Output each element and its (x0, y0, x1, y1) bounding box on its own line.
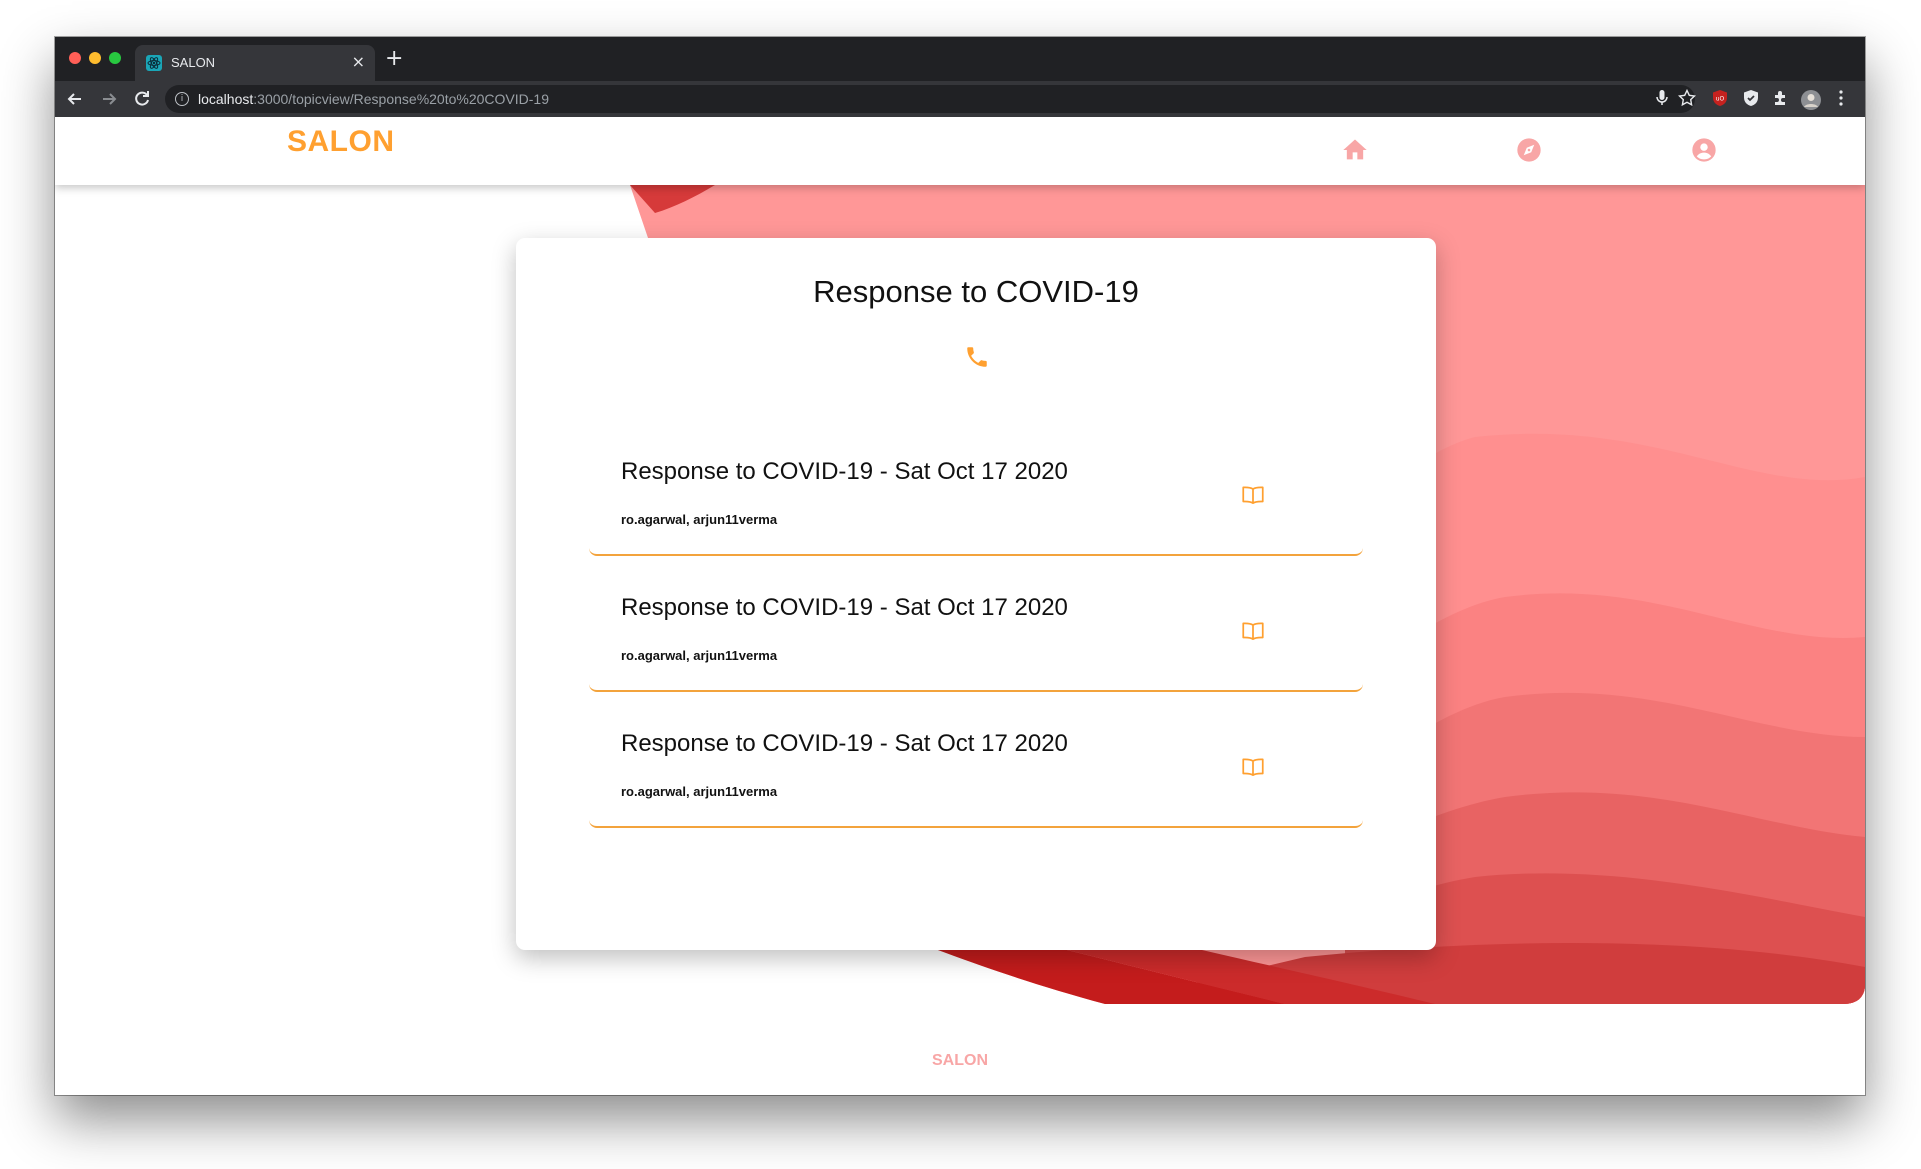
entry-item[interactable]: Response to COVID-19 - Sat Oct 17 2020 r… (589, 574, 1363, 692)
entry-authors: ro.agarwal, arjun11verma (621, 648, 778, 663)
svg-text:uO: uO (1716, 96, 1725, 103)
forward-icon[interactable] (99, 89, 119, 109)
page-viewport: SALON Response to COVID-19 Response to C… (55, 117, 1865, 1095)
zoom-window-button[interactable] (109, 52, 121, 64)
tab-close-icon[interactable]: × (352, 52, 365, 71)
mic-icon[interactable] (1652, 89, 1672, 109)
browser-tab[interactable]: SALON × (135, 45, 375, 81)
profile-avatar[interactable] (1800, 89, 1821, 110)
url-text[interactable]: localhost:3000/topicview/Response%20to%2… (198, 91, 549, 107)
browser-tab-bar: SALON × + (55, 37, 1865, 81)
home-icon[interactable] (1341, 136, 1369, 164)
browser-window: SALON × + i localhost:3000/topicview/Res… (55, 37, 1865, 1095)
account-circle-icon[interactable] (1690, 136, 1718, 164)
entry-authors: ro.agarwal, arjun11verma (621, 512, 778, 527)
ublock-icon[interactable]: uO (1710, 89, 1730, 109)
book-open-icon[interactable] (1240, 482, 1266, 508)
new-tab-button[interactable]: + (385, 47, 403, 71)
react-favicon-icon (146, 55, 162, 71)
entry-authors: ro.agarwal, arjun11verma (621, 784, 778, 799)
phone-icon[interactable] (964, 344, 990, 370)
app-navbar: SALON (55, 117, 1865, 185)
back-icon[interactable] (65, 89, 85, 109)
book-open-icon[interactable] (1240, 754, 1266, 780)
reload-icon[interactable] (132, 89, 152, 109)
tab-title: SALON (171, 55, 216, 70)
extensions-icon[interactable] (1771, 89, 1791, 109)
entry-item[interactable]: Response to COVID-19 - Sat Oct 17 2020 r… (589, 710, 1363, 828)
explore-compass-icon[interactable] (1515, 136, 1543, 164)
browser-toolbar: i localhost:3000/topicview/Response%20to… (55, 81, 1865, 117)
minimize-window-button[interactable] (89, 52, 101, 64)
entry-item[interactable]: Response to COVID-19 - Sat Oct 17 2020 r… (589, 438, 1363, 556)
star-icon[interactable] (1677, 88, 1697, 109)
entry-title[interactable]: Response to COVID-19 - Sat Oct 17 2020 (621, 594, 1068, 622)
url-path: :3000/topicview/Response%20to%20COVID-19 (253, 91, 549, 107)
shield-icon[interactable] (1741, 89, 1761, 109)
menu-icon[interactable] (1831, 89, 1851, 109)
address-bar[interactable]: i localhost:3000/topicview/Response%20to… (165, 85, 1697, 113)
brand-logo[interactable]: SALON (287, 125, 395, 159)
topic-card: Response to COVID-19 Response to COVID-1… (516, 238, 1436, 950)
topic-title: Response to COVID-19 (813, 274, 1139, 309)
info-icon[interactable]: i (175, 92, 189, 106)
entry-title[interactable]: Response to COVID-19 - Sat Oct 17 2020 (621, 458, 1068, 486)
entry-title[interactable]: Response to COVID-19 - Sat Oct 17 2020 (621, 730, 1068, 758)
footer-brand: SALON (932, 1052, 988, 1069)
close-window-button[interactable] (69, 52, 81, 64)
url-host: localhost (198, 91, 254, 107)
book-open-icon[interactable] (1240, 618, 1266, 644)
